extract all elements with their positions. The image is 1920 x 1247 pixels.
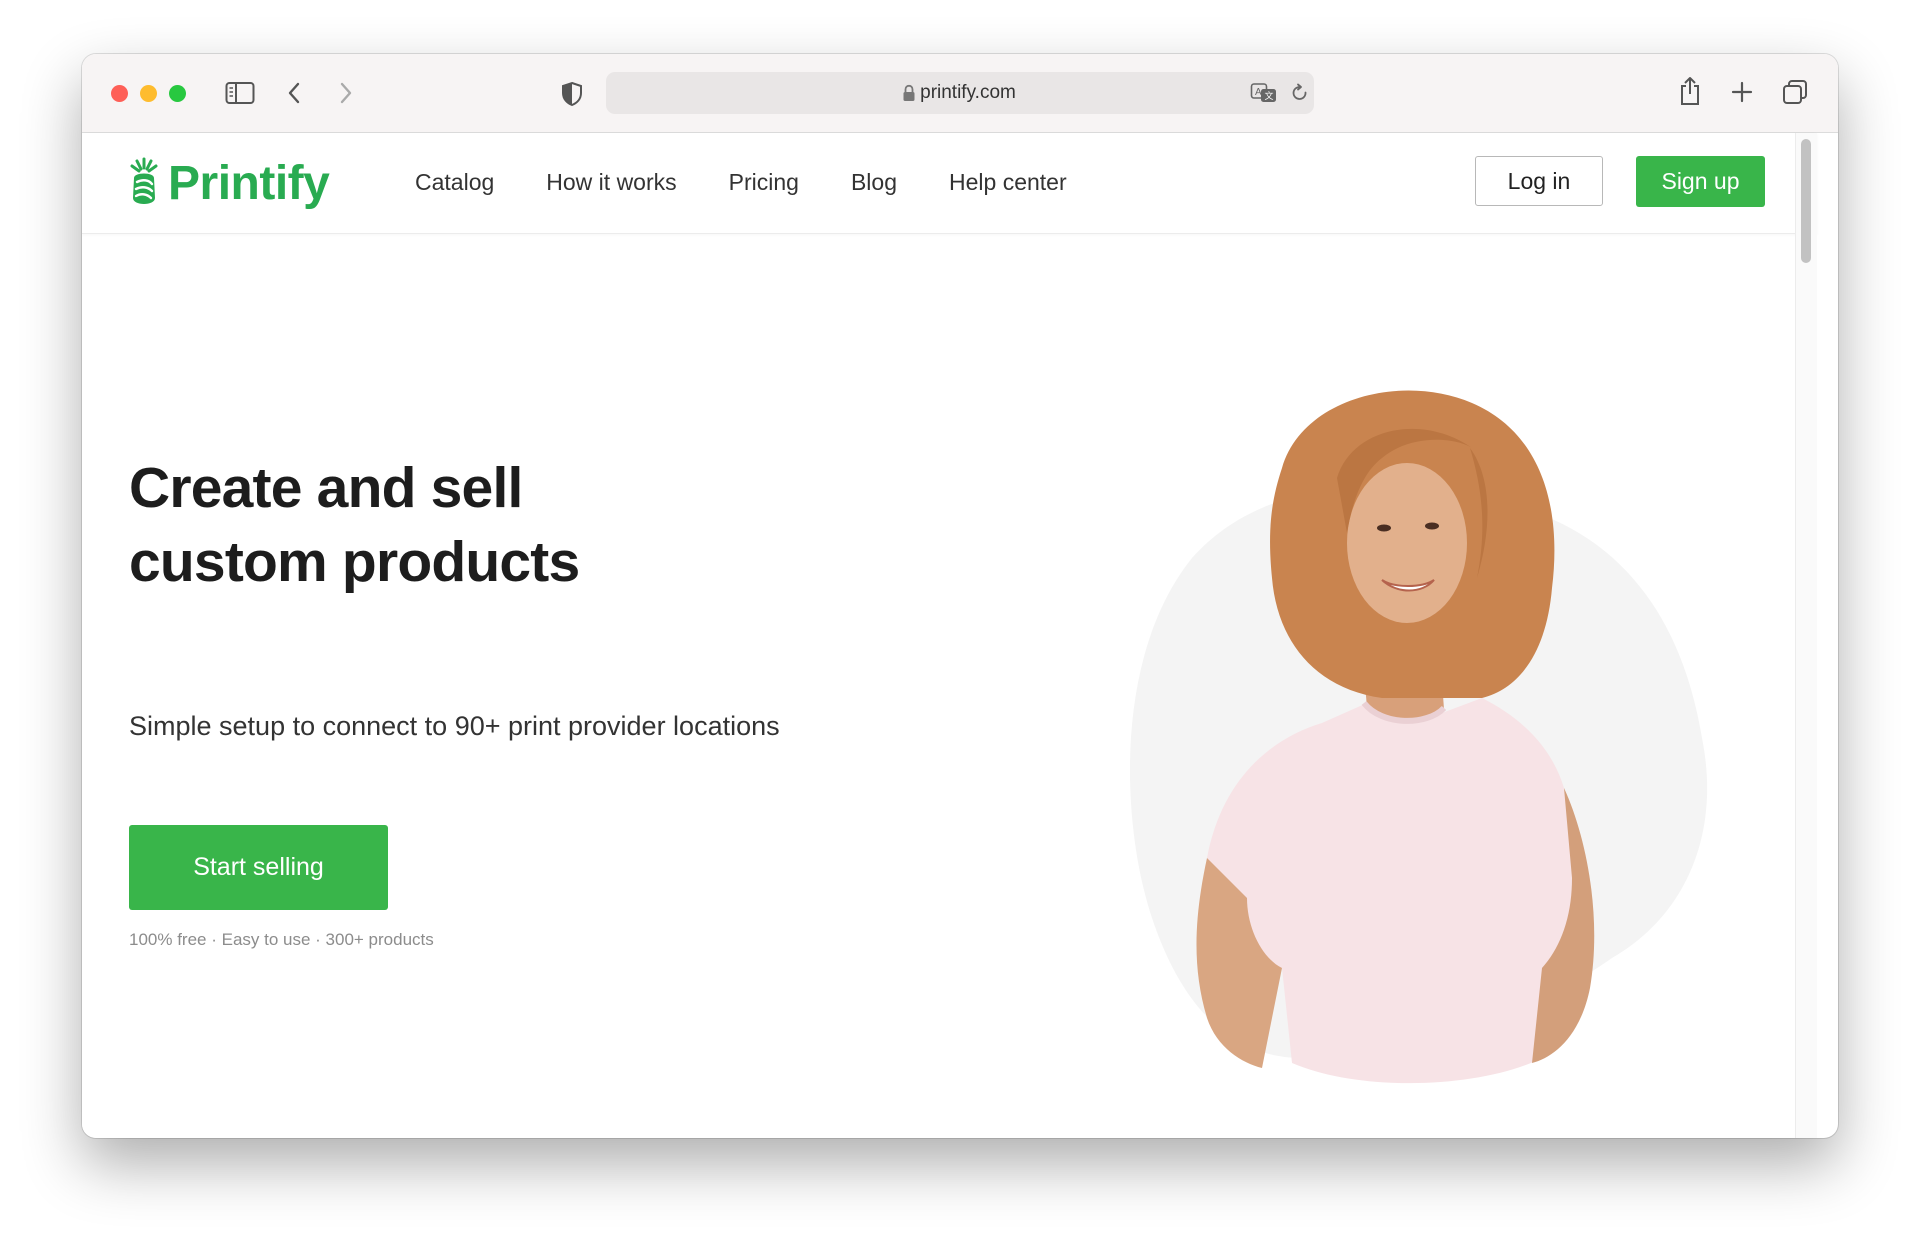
tab-overview-icon[interactable] <box>1782 79 1808 105</box>
hero-perks: 100% free · Easy to use · 300+ products <box>129 930 434 949</box>
login-button[interactable]: Log in <box>1475 156 1603 206</box>
back-arrow-icon[interactable] <box>286 81 302 105</box>
privacy-shield-icon[interactable] <box>561 81 583 107</box>
nav-catalog[interactable]: Catalog <box>415 169 494 196</box>
scrollbar-thumb[interactable] <box>1801 139 1811 263</box>
browser-toolbar: printify.com A 文 <box>82 54 1838 133</box>
hero-title-line-1: Create and sell <box>129 456 523 520</box>
minimize-window-button[interactable] <box>140 85 157 102</box>
new-tab-plus-icon[interactable] <box>1731 81 1753 103</box>
svg-text:A: A <box>1255 87 1262 98</box>
share-icon[interactable] <box>1678 76 1702 106</box>
page-scrollbar[interactable] <box>1795 133 1817 1138</box>
forward-arrow-icon[interactable] <box>338 81 354 105</box>
site-header: Printify Catalog How it works Pricing Bl… <box>82 133 1817 234</box>
hero-subtitle: Simple setup to connect to 90+ print pro… <box>129 711 780 741</box>
hero-model-image <box>1129 390 1708 1084</box>
nav-help-center[interactable]: Help center <box>949 169 1067 196</box>
hero-title: Create and sell custom products <box>129 451 689 599</box>
browser-window: printify.com A 文 Printify Catalog How it… <box>82 54 1838 1138</box>
svg-text:文: 文 <box>1265 90 1274 101</box>
url-text: printify.com <box>920 82 1016 103</box>
hero-title-line-2: custom products <box>129 530 580 594</box>
logo-text: Printify <box>168 156 330 210</box>
signup-button[interactable]: Sign up <box>1636 156 1765 207</box>
nav-pricing[interactable]: Pricing <box>729 169 799 196</box>
nav-how-it-works[interactable]: How it works <box>546 169 676 196</box>
reload-icon[interactable] <box>1290 83 1310 103</box>
zoom-window-button[interactable] <box>169 85 186 102</box>
translate-icon[interactable]: A 文 <box>1250 82 1278 104</box>
nav-blog[interactable]: Blog <box>851 169 897 196</box>
sidebar-toggle-icon[interactable] <box>225 81 255 105</box>
pineapple-logo-icon <box>130 157 158 204</box>
web-page: Printify Catalog How it works Pricing Bl… <box>82 133 1817 1138</box>
main-nav: Catalog How it works Pricing Blog Help c… <box>415 169 1119 196</box>
printify-logo[interactable]: Printify <box>128 153 330 213</box>
address-bar[interactable]: printify.com A 文 <box>606 72 1314 114</box>
start-selling-button[interactable]: Start selling <box>129 825 388 910</box>
close-window-button[interactable] <box>111 85 128 102</box>
